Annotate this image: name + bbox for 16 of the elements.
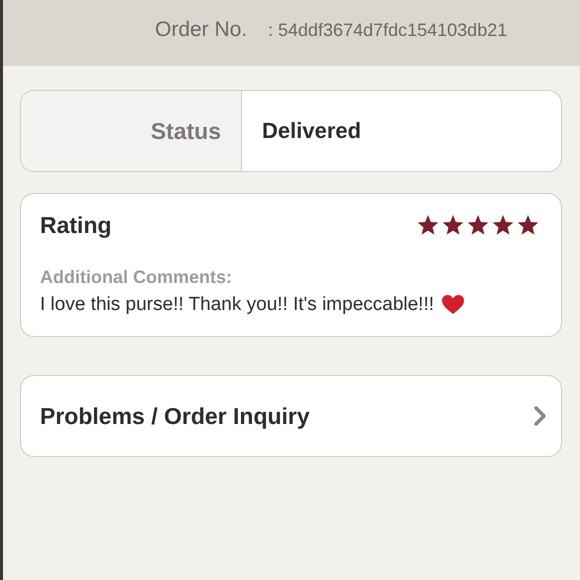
info-value: : 54ddf3674d7fdc154103db21 [268, 20, 508, 41]
info-label: Order No. [155, 18, 248, 42]
comment-text: I love this purse!! Thank you!! It's impeccable!!! [40, 294, 434, 316]
status-label: Status [21, 91, 242, 171]
comments-label: Additional Comments: [40, 267, 233, 288]
star-icon [442, 215, 464, 236]
star-icon [417, 215, 439, 236]
star-icon [517, 215, 539, 236]
chevron-right-icon [533, 405, 547, 427]
status-value: Delivered [261, 117, 362, 145]
heart-icon [442, 295, 464, 315]
rating-title: Rating [40, 212, 112, 239]
star-icon [492, 215, 514, 236]
inquiry-label: Problems / Order Inquiry [40, 402, 310, 430]
inquiry-button[interactable]: Problems / Order Inquiry [20, 375, 562, 457]
star-icon [467, 215, 489, 236]
